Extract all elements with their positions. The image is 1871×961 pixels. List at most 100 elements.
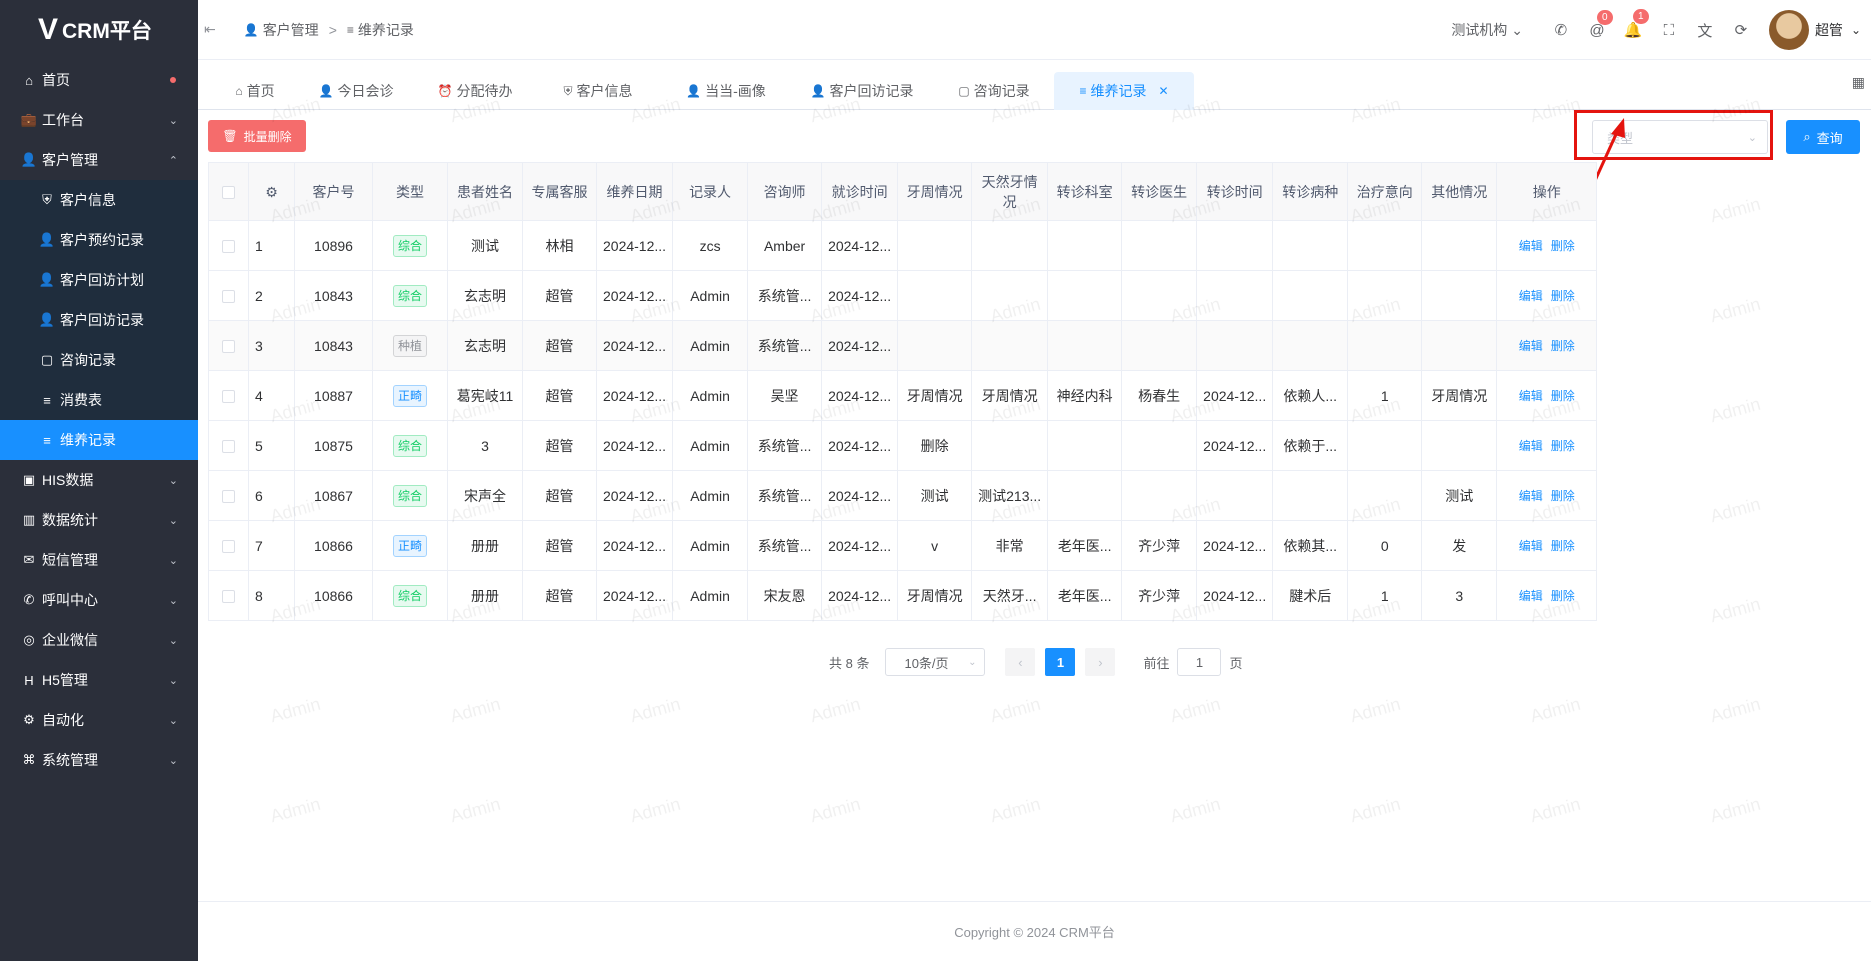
sidebar-item-11[interactable]: ▥ 数据统计 ⌄ xyxy=(0,500,198,540)
org-selector[interactable]: 测试机构 ⌄ xyxy=(1451,20,1523,40)
row-checkbox-cell[interactable] xyxy=(208,570,249,621)
edit-link[interactable]: 编辑 xyxy=(1519,339,1543,353)
row-checkbox[interactable] xyxy=(222,590,235,604)
row-checkbox[interactable] xyxy=(222,390,235,404)
tab-home[interactable]: ⌂ 首页 xyxy=(224,72,286,110)
row-checkbox[interactable] xyxy=(222,490,235,504)
row-index: 1 xyxy=(248,220,295,271)
cell-disease: 腱术后 xyxy=(1272,570,1349,621)
delete-link[interactable]: 删除 xyxy=(1551,289,1575,303)
at-icon[interactable]: @0 xyxy=(1579,9,1615,39)
sidebar-item-13[interactable]: ✆ 呼叫中心 ⌄ xyxy=(0,580,198,620)
column-header: 转诊医生 xyxy=(1121,162,1198,221)
page-number-current[interactable]: 1 xyxy=(1045,648,1076,676)
row-checkbox[interactable] xyxy=(222,540,235,554)
chevron-down-icon[interactable]: ⌄ xyxy=(1851,23,1861,37)
sidebar-item-8[interactable]: ≡ 消费表 xyxy=(0,380,198,420)
close-icon[interactable]: ✕ xyxy=(1158,84,1168,98)
tab-assign-todo[interactable]: ⏰ 分配待办 xyxy=(432,72,518,110)
sidebar-item-10[interactable]: ▣ HIS数据 ⌄ xyxy=(0,460,198,500)
tab-consult-record[interactable]: ▢ 咨询记录 xyxy=(954,72,1034,110)
cell-recorder: Admin xyxy=(672,320,749,371)
row-checkbox-cell[interactable] xyxy=(208,370,249,421)
edit-link[interactable]: 编辑 xyxy=(1519,539,1543,553)
refresh-icon[interactable]: ⟳ xyxy=(1723,21,1759,39)
query-button[interactable]: ⌕ 查询 xyxy=(1786,120,1860,154)
sidebar-item-3[interactable]: ⛨ 客户信息 xyxy=(0,180,198,220)
delete-link[interactable]: 删除 xyxy=(1551,239,1575,253)
table-row[interactable]: 5 10875 综合 3 超管 2024-12... Admin 系统管... 2024-12.… xyxy=(208,420,1598,471)
row-checkbox[interactable] xyxy=(222,340,235,354)
cell-disease xyxy=(1272,470,1349,521)
select-all-checkbox-cell[interactable] xyxy=(208,162,249,221)
delete-link[interactable]: 删除 xyxy=(1551,539,1575,553)
delete-link[interactable]: 删除 xyxy=(1551,339,1575,353)
cell-type: 综合 xyxy=(372,270,448,321)
column-header: 操作 xyxy=(1496,162,1598,221)
bell-icon[interactable]: 🔔 1 xyxy=(1615,9,1651,39)
sidebar-item-17[interactable]: ⌘ 系统管理 ⌄ xyxy=(0,740,198,780)
batch-delete-button[interactable]: 🗑 批量删除 xyxy=(208,120,306,152)
sidebar-item-0[interactable]: ⌂ 首页 xyxy=(0,60,198,100)
sidebar-item-7[interactable]: ▢ 咨询记录 xyxy=(0,340,198,380)
next-page-button[interactable]: › xyxy=(1085,648,1116,676)
table-row[interactable]: 7 10866 正畸 册册 超管 2024-12... Admin 系统管... 2024-12… xyxy=(208,520,1598,571)
column-settings-cell[interactable]: ⚙ xyxy=(248,162,295,221)
row-checkbox-cell[interactable] xyxy=(208,420,249,471)
row-checkbox[interactable] xyxy=(222,240,235,254)
row-checkbox-cell[interactable] xyxy=(208,520,249,571)
collapse-sidebar-icon[interactable]: ⇤ xyxy=(204,21,216,38)
tab-portrait[interactable]: 👤 当当-画像 xyxy=(676,72,776,110)
sidebar-item-16[interactable]: ⚙ 自动化 ⌄ xyxy=(0,700,198,740)
tab-consult-today[interactable]: 👤 今日会诊 xyxy=(311,72,401,110)
tab-maintenance-record[interactable]: ≡ 维养记录 ✕ xyxy=(1054,72,1194,110)
edit-link[interactable]: 编辑 xyxy=(1519,439,1543,453)
table-row[interactable]: 6 10867 综合 宋声全 超管 2024-12... Admin 系统管... 2024-1… xyxy=(208,470,1598,521)
select-all-checkbox[interactable] xyxy=(222,186,235,200)
edit-link[interactable]: 编辑 xyxy=(1519,289,1543,303)
edit-link[interactable]: 编辑 xyxy=(1519,589,1543,603)
table-row[interactable]: 4 10887 正畸 葛宪岐11 超管 2024-12... Admin 吴坚 2024-12.… xyxy=(208,370,1598,421)
prev-page-button[interactable]: ‹ xyxy=(1005,648,1036,676)
delete-link[interactable]: 删除 xyxy=(1551,489,1575,503)
table-row[interactable]: 3 10843 种植 玄志明 超管 2024-12... Admin 系统管... 2024-1… xyxy=(208,320,1598,371)
sidebar-item-2[interactable]: 👤 客户管理 ⌃ xyxy=(0,140,198,180)
row-checkbox[interactable] xyxy=(222,440,235,454)
avatar[interactable] xyxy=(1768,10,1809,50)
sidebar-item-1[interactable]: 💼 工作台 ⌄ xyxy=(0,100,198,140)
table-row[interactable]: 8 10866 综合 册册 超管 2024-12... Admin 宋友恩 2024-12...… xyxy=(208,570,1598,621)
table-row[interactable]: 1 10896 综合 测试 林相 2024-12... zcs Amber 2024-12...… xyxy=(208,220,1598,271)
translate-icon[interactable]: 文 xyxy=(1687,20,1723,41)
sidebar-item-14[interactable]: ◎ 企业微信 ⌄ xyxy=(0,620,198,660)
sidebar-item-6[interactable]: 👤 客户回访记录 xyxy=(0,300,198,340)
grid-icon[interactable]: ▦ xyxy=(1852,74,1865,91)
table-row[interactable]: 2 10843 综合 玄志明 超管 2024-12... Admin 系统管... 2024-1… xyxy=(208,270,1598,321)
delete-link[interactable]: 删除 xyxy=(1551,389,1575,403)
sidebar-item-15[interactable]: H H5管理 ⌄ xyxy=(0,660,198,700)
edit-link[interactable]: 编辑 xyxy=(1519,489,1543,503)
sidebar-item-12[interactable]: ✉ 短信管理 ⌄ xyxy=(0,540,198,580)
sidebar-item-9[interactable]: ≡ 维养记录 xyxy=(0,420,198,460)
delete-link[interactable]: 删除 xyxy=(1551,439,1575,453)
goto-page-input[interactable]: 1 xyxy=(1177,648,1222,676)
edit-link[interactable]: 编辑 xyxy=(1519,239,1543,253)
tab-followup-record[interactable]: 👤 客户回访记录 xyxy=(804,72,920,110)
phone-icon: ✆ xyxy=(23,592,35,607)
row-checkbox-cell[interactable] xyxy=(208,270,249,321)
row-checkbox-cell[interactable] xyxy=(208,220,249,271)
delete-link[interactable]: 删除 xyxy=(1551,589,1575,603)
tab-customer-info[interactable]: ⛨ 客户信息 xyxy=(555,72,641,110)
phone-icon[interactable]: ✆ xyxy=(1543,21,1579,39)
row-checkbox[interactable] xyxy=(222,290,235,304)
gear-icon[interactable]: ⚙ xyxy=(265,184,278,200)
sidebar-item-5[interactable]: 👤 客户回访计划 xyxy=(0,260,198,300)
breadcrumb-item-customer[interactable]: 客户管理 xyxy=(263,20,319,40)
app-logo[interactable]: V CRM平台 xyxy=(0,0,198,60)
row-checkbox-cell[interactable] xyxy=(208,470,249,521)
sidebar-item-4[interactable]: 👤 客户预约记录 xyxy=(0,220,198,260)
edit-link[interactable]: 编辑 xyxy=(1519,389,1543,403)
page-size-select[interactable]: 10条/页 ⌄ xyxy=(885,648,986,676)
fullscreen-icon[interactable]: ⛶ xyxy=(1651,22,1687,39)
username[interactable]: 超管 xyxy=(1815,20,1843,40)
row-checkbox-cell[interactable] xyxy=(208,320,249,371)
